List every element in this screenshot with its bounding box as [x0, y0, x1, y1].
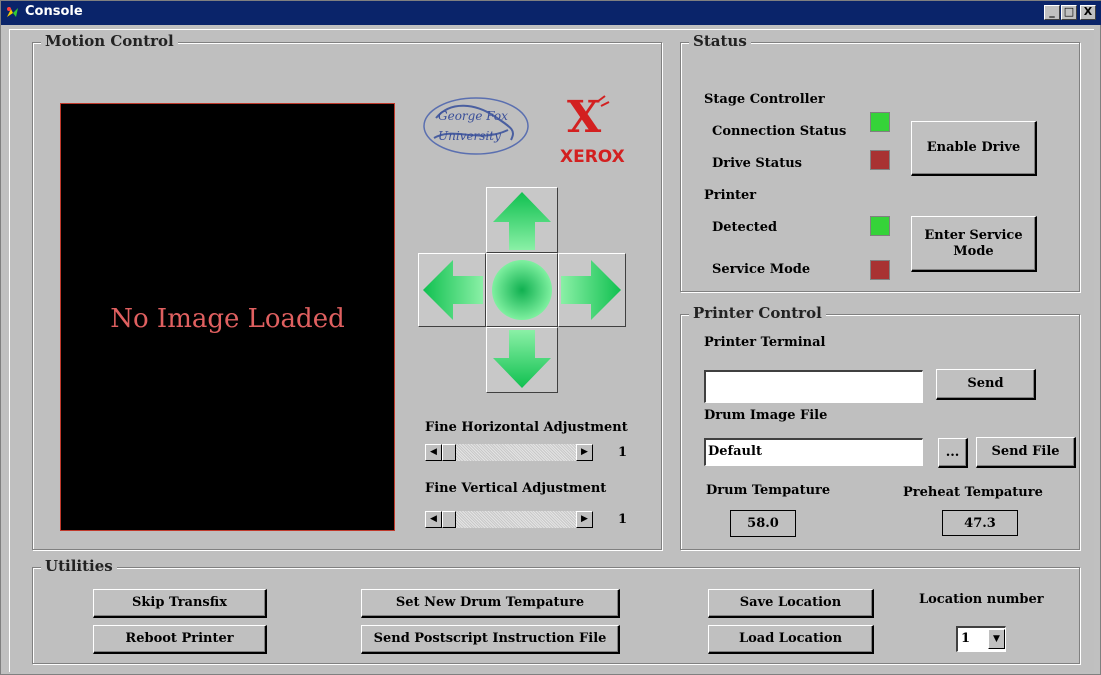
move-down-button[interactable]	[486, 327, 558, 393]
svg-text:University: University	[438, 129, 501, 143]
maximize-icon: □	[1063, 5, 1075, 18]
connection-status-label: Connection Status	[712, 124, 847, 139]
no-image-text: No Image Loaded	[110, 304, 345, 334]
minimize-button[interactable]: _	[1044, 5, 1060, 20]
svg-text:XEROX: XEROX	[560, 147, 625, 167]
enter-service-mode-line2: Mode	[953, 243, 994, 259]
skip-transfix-button[interactable]: Skip Transfix	[93, 589, 267, 618]
drum-image-file-label: Drum Image File	[704, 408, 828, 423]
connection-status-indicator	[870, 112, 890, 132]
fine-vertical-thumb[interactable]	[442, 511, 456, 528]
arrow-right-icon	[561, 260, 621, 320]
close-icon: X	[1083, 5, 1093, 18]
fine-vertical-slider[interactable]: ◀ ▶	[425, 511, 593, 528]
printer-terminal-input[interactable]	[704, 370, 923, 403]
drive-status-indicator	[870, 150, 890, 170]
move-up-button[interactable]	[486, 187, 558, 253]
preheat-temp-label: Preheat Tempature	[903, 485, 1043, 500]
printer-label: Printer	[704, 188, 757, 203]
detected-label: Detected	[712, 220, 778, 235]
enable-drive-button[interactable]: Enable Drive	[911, 121, 1037, 176]
send-postscript-button[interactable]: Send Postscript Instruction File	[361, 625, 620, 654]
arrow-down-icon	[493, 330, 551, 388]
printer-terminal-label: Printer Terminal	[704, 335, 826, 350]
enter-service-mode-button[interactable]: Enter Service Mode	[911, 216, 1037, 272]
fine-horizontal-thumb[interactable]	[442, 444, 456, 461]
stage-controller-label: Stage Controller	[704, 92, 825, 107]
drum-image-file-input[interactable]: Default	[704, 438, 923, 466]
xerox-logo: X XEROX	[560, 92, 625, 167]
location-number-value: 1	[961, 631, 971, 646]
printer-control-label: Printer Control	[689, 304, 826, 322]
drum-temp-readout: 58.0	[730, 510, 796, 537]
fine-vertical-label: Fine Vertical Adjustment	[425, 481, 607, 496]
fine-horizontal-slider[interactable]: ◀ ▶	[425, 444, 593, 461]
printer-detected-indicator	[870, 216, 890, 236]
client-area: Motion Control No Image Loaded George Fo…	[9, 29, 1094, 672]
send-file-button[interactable]: Send File	[976, 437, 1076, 468]
utilities-label: Utilities	[41, 557, 117, 575]
svg-text:X: X	[567, 92, 602, 143]
location-number-label: Location number	[919, 592, 1044, 607]
close-button[interactable]: X	[1080, 5, 1096, 20]
university-logo: George Fox University	[423, 97, 529, 155]
chevron-down-icon[interactable]: ▼	[988, 629, 1005, 649]
minimize-icon: _	[1049, 5, 1055, 18]
move-right-button[interactable]	[558, 253, 626, 327]
set-drum-temp-button[interactable]: Set New Drum Tempature	[361, 589, 620, 618]
drive-status-label: Drive Status	[712, 156, 803, 171]
arrow-up-icon	[493, 192, 551, 250]
preheat-temp-readout: 47.3	[942, 510, 1018, 536]
reboot-printer-button[interactable]: Reboot Printer	[93, 625, 267, 654]
load-location-button[interactable]: Load Location	[708, 625, 874, 654]
scroll-right-icon[interactable]: ▶	[576, 444, 593, 461]
motion-control-label: Motion Control	[41, 32, 178, 50]
status-label: Status	[689, 32, 751, 50]
move-left-button[interactable]	[418, 253, 486, 327]
title-bar[interactable]: Console _ □ X	[1, 1, 1101, 25]
scroll-left-icon[interactable]: ◀	[425, 444, 442, 461]
service-mode-indicator	[870, 260, 890, 280]
fine-vertical-value: 1	[618, 512, 628, 527]
enter-service-mode-line1: Enter Service	[924, 227, 1023, 243]
scroll-right-icon[interactable]: ▶	[576, 511, 593, 528]
browse-button[interactable]: ...	[938, 438, 968, 468]
svg-text:George Fox: George Fox	[438, 109, 508, 123]
scroll-left-icon[interactable]: ◀	[425, 511, 442, 528]
console-window: Console _ □ X Motion Control No Image Lo…	[0, 0, 1101, 675]
image-preview: No Image Loaded	[60, 103, 395, 531]
maximize-button[interactable]: □	[1061, 5, 1077, 20]
home-center-button[interactable]	[486, 253, 558, 327]
service-mode-label: Service Mode	[712, 262, 811, 277]
center-circle-icon	[492, 260, 552, 320]
send-button[interactable]: Send	[936, 369, 1036, 400]
fine-horizontal-value: 1	[618, 445, 628, 460]
arrow-left-icon	[423, 260, 483, 320]
drum-temp-label: Drum Tempature	[706, 483, 831, 498]
window-title: Console	[25, 4, 83, 19]
app-icon	[7, 7, 18, 17]
save-location-button[interactable]: Save Location	[708, 589, 874, 618]
fine-horizontal-label: Fine Horizontal Adjustment	[425, 420, 628, 435]
location-number-select[interactable]: 1 ▼	[956, 626, 1006, 652]
